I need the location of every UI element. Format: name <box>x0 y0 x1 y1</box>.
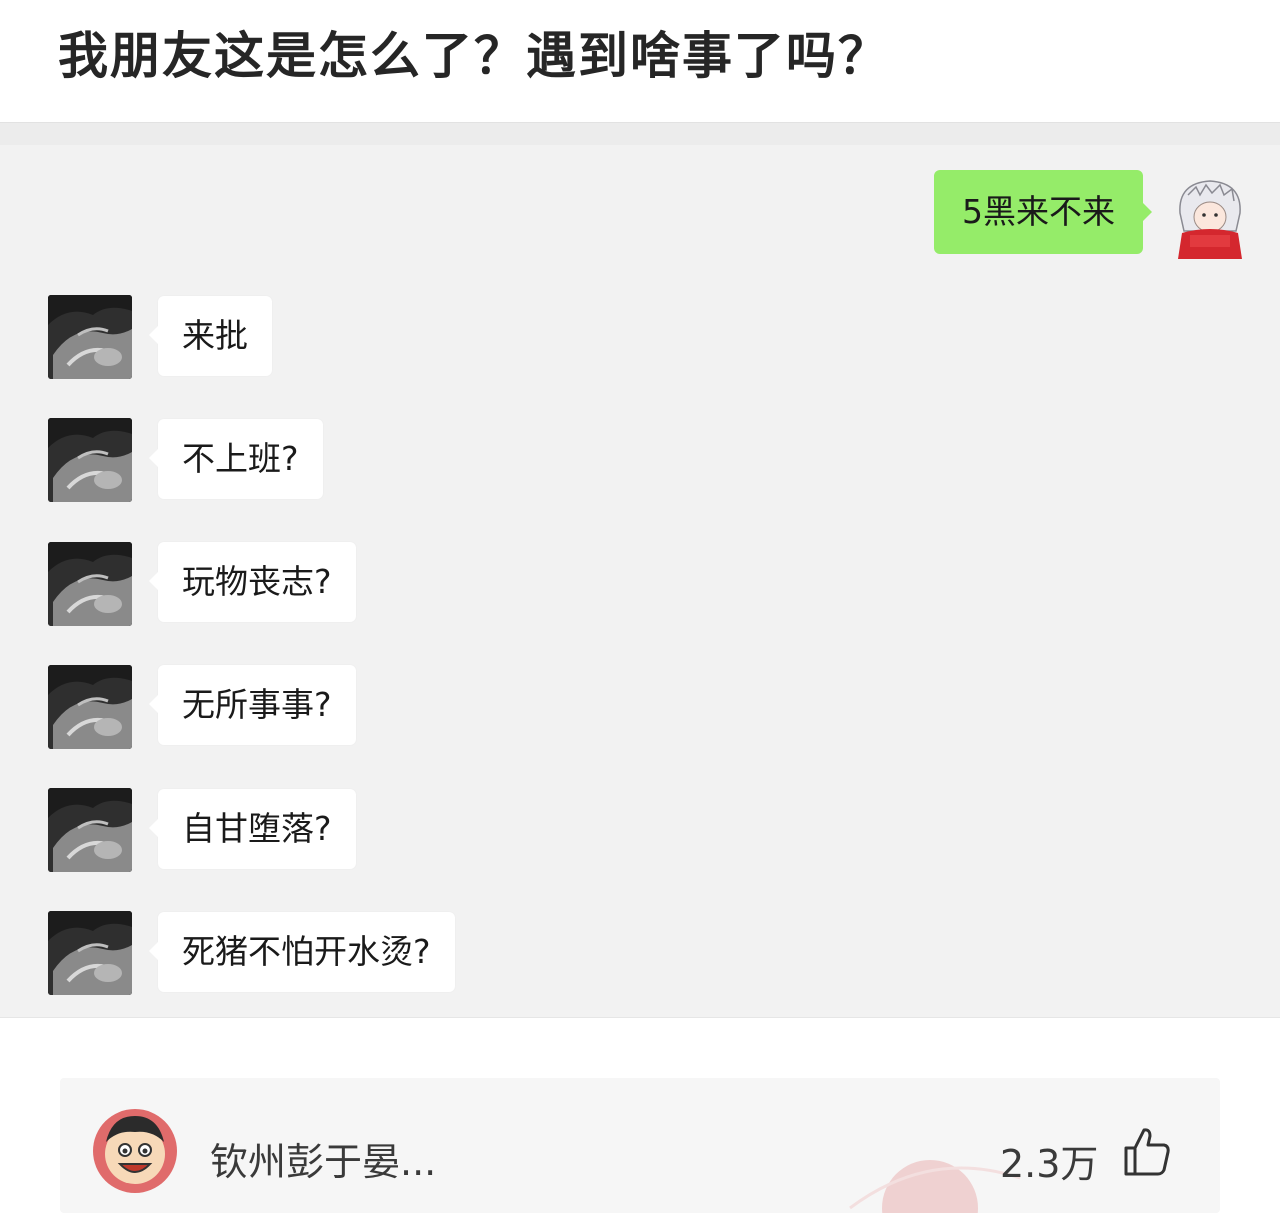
friend-avatar <box>48 418 132 502</box>
reply-message-bubble: 玩物丧志? <box>149 542 356 622</box>
reply-message-bubble: 不上班? <box>149 419 323 499</box>
reply-message-bubble: 来批 <box>149 296 272 376</box>
reply-message-bubble: 无所事事? <box>149 665 356 745</box>
friend-avatar <box>48 542 132 626</box>
friend-avatar <box>48 788 132 872</box>
chat-screenshot: 5黑来不来 来批 不上班? 玩物丧志? 无所事事? 自甘堕落? 死猪不怕开水烫? <box>0 145 1280 1017</box>
reply-message-bubble: 自甘堕落? <box>149 789 356 869</box>
comment-username[interactable]: 钦州彭于晏... <box>210 1131 436 1186</box>
cartoon-face-icon[interactable] <box>92 1108 178 1194</box>
post-title: 我朋友这是怎么了？遇到啥事了吗？ <box>58 27 890 85</box>
self-avatar <box>1170 173 1250 259</box>
post-header: 我朋友这是怎么了？遇到啥事了吗？ <box>0 0 1280 118</box>
thumbs-up-icon[interactable] <box>1122 1126 1172 1178</box>
friend-avatar <box>48 665 132 749</box>
sent-message-bubble: 5黑来不来 <box>934 170 1152 254</box>
like-count: 2.3万 <box>1000 1142 1099 1186</box>
friend-avatar <box>48 295 132 379</box>
section-divider <box>0 122 1280 145</box>
friend-avatar <box>48 911 132 995</box>
comment-section: 钦州彭于晏... 2.3万 <box>0 1017 1280 1213</box>
top-comment-card[interactable]: 钦州彭于晏... 2.3万 <box>60 1078 1220 1213</box>
reply-message-bubble: 死猪不怕开水烫? <box>149 912 455 992</box>
